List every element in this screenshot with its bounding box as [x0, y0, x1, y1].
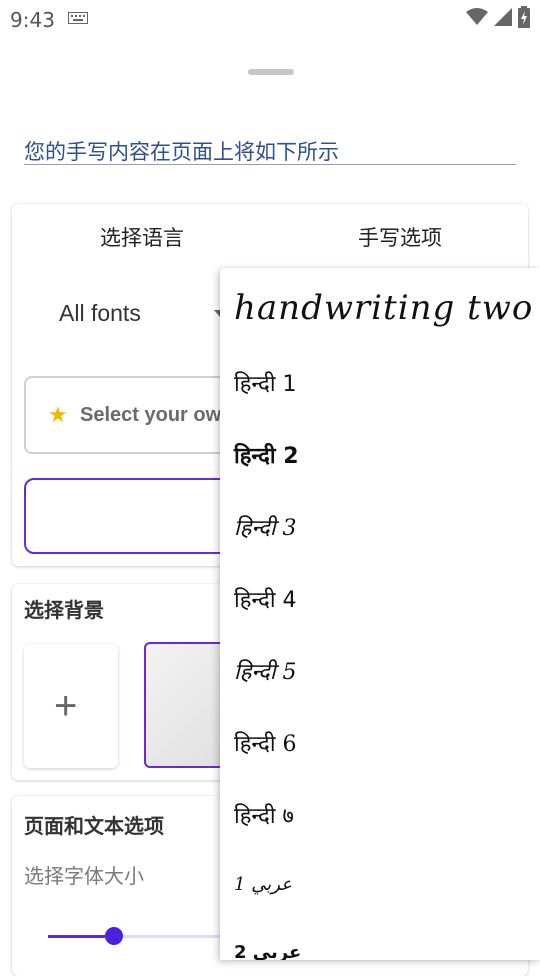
status-time: 9:43: [10, 8, 55, 32]
background-section-title: 选择背景: [24, 598, 104, 622]
select-own-font-label: Select your own: [80, 404, 234, 426]
font-option[interactable]: عربي 1: [234, 874, 292, 895]
font-option[interactable]: हिन्दी 4: [234, 584, 297, 614]
star-icon: ★: [48, 402, 68, 427]
font-size-slider-thumb[interactable]: [105, 927, 123, 945]
font-option[interactable]: हिन्दी 6: [234, 728, 297, 758]
plus-icon: +: [54, 684, 78, 728]
font-option[interactable]: हिन्दी ७: [234, 800, 294, 830]
font-option[interactable]: हिन्दी 3: [234, 512, 297, 542]
sheet-drag-handle[interactable]: [248, 69, 294, 75]
font-option[interactable]: हिन्दी 1: [234, 368, 297, 398]
tab-handwriting-options[interactable]: 手写选项: [358, 222, 442, 252]
signal-icon: [494, 8, 512, 26]
page-text-section-title: 页面和文本选项: [24, 814, 164, 838]
status-bar: 9:43: [0, 0, 540, 36]
battery-icon: [518, 6, 530, 28]
keyboard-icon: [68, 12, 88, 24]
tab-select-language[interactable]: 选择语言: [100, 222, 184, 252]
font-option[interactable]: हिन्दी 5: [234, 656, 297, 686]
add-background-button[interactable]: +: [24, 644, 118, 768]
font-dropdown-menu: handwriting two हिन्दी 1 हिन्दी 2 हिन्दी…: [220, 268, 540, 960]
font-dropdown-value[interactable]: All fonts: [59, 300, 141, 327]
wifi-icon: [466, 8, 488, 25]
handwriting-preview-text: 您的手写内容在页面上将如下所示: [24, 140, 516, 165]
font-option[interactable]: عربي 2: [234, 942, 301, 960]
font-option[interactable]: हिन्दी 2: [234, 440, 299, 470]
font-size-label: 选择字体大小: [24, 864, 144, 888]
font-option[interactable]: handwriting two: [234, 288, 533, 328]
